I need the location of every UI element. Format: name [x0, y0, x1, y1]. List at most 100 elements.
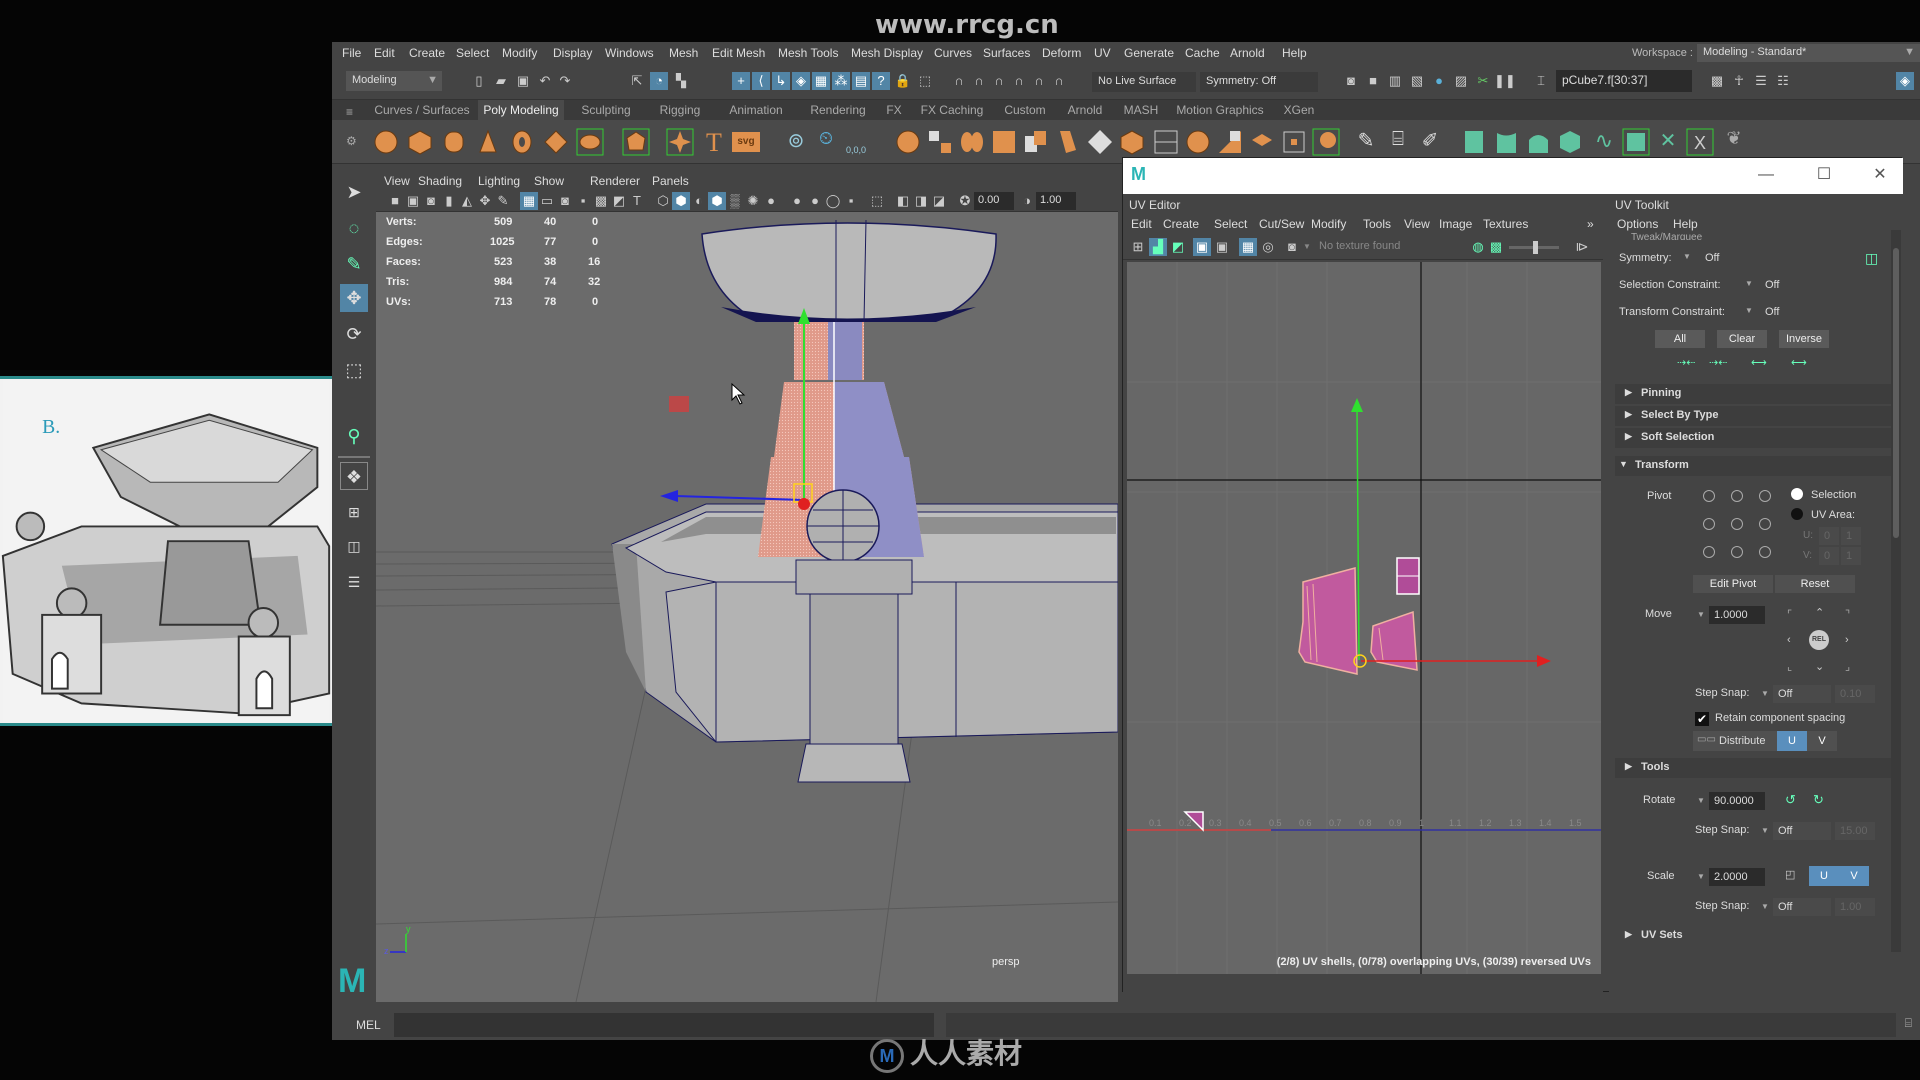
smooth-icon[interactable]	[990, 128, 1018, 156]
attribute-editor-icon[interactable]: ☰	[1752, 72, 1770, 90]
scale-tool-icon[interactable]: ⬚	[340, 356, 368, 384]
shelf-menu-icon[interactable]: ≡	[346, 105, 353, 119]
move-left-icon[interactable]: ‹	[1787, 634, 1791, 646]
lock-icon[interactable]: 🔒	[894, 72, 912, 90]
safe-title-icon[interactable]: T	[628, 192, 646, 210]
section-transform[interactable]: ▼ Transform	[1615, 456, 1891, 476]
menu-generate[interactable]: Generate	[1124, 46, 1174, 60]
uv-menu-cut-sew[interactable]: Cut/Sew	[1259, 217, 1304, 231]
menu-edit-mesh[interactable]: Edit Mesh	[712, 46, 765, 60]
uv-texture-space[interactable]: 0.1 0.2 0.3 0.4 0.5 0.6 0.7 0.8 0.9 1 1.1 1.2 1.3 1.4…	[1127, 262, 1601, 974]
exposure-slider[interactable]	[1509, 241, 1559, 254]
four-view-layout-icon[interactable]: ⊞	[340, 498, 368, 526]
pivot-center-radio[interactable]	[1731, 518, 1743, 530]
resolution-gate-icon[interactable]: ◙	[556, 192, 574, 210]
grease-pencil-icon[interactable]: ✎	[494, 192, 512, 210]
section-tools[interactable]: ▶ Tools	[1615, 758, 1891, 778]
rotate-ccw-icon[interactable]: ↺	[1785, 792, 1796, 808]
measure-tool-icon[interactable]: ⊚	[782, 128, 810, 156]
uv-pixel-snap-icon[interactable]: ◎	[1259, 238, 1277, 256]
move-up-left-icon[interactable]: ⌜	[1787, 608, 1792, 621]
two-view-layout-icon[interactable]: ◫	[340, 532, 368, 560]
unfold-icon[interactable]: ∿	[1590, 128, 1618, 156]
move-right-icon[interactable]: ›	[1845, 634, 1849, 646]
use-all-lights-icon[interactable]: ✺	[744, 192, 762, 210]
tool-settings-icon[interactable]: ☷	[1774, 72, 1792, 90]
live-surface-field[interactable]: No Live Surface	[1092, 72, 1196, 92]
shelf-tab-animation[interactable]: Animation	[716, 100, 796, 120]
section-soft-selection[interactable]: ▶ Soft Selection	[1615, 428, 1891, 448]
collapse-icon[interactable]	[1312, 128, 1340, 156]
menu-file[interactable]: File	[342, 46, 361, 60]
sew-uv-icon[interactable]: X	[1686, 128, 1714, 156]
open-scene-icon[interactable]: ▰	[492, 72, 510, 90]
wireframe-on-shaded-icon[interactable]: ⬢	[708, 192, 726, 210]
script-editor-icon[interactable]: ⌸	[1905, 1016, 1912, 1031]
distribute-label[interactable]: Distribute	[1719, 735, 1765, 747]
move-up-right-icon[interactable]: ⌝	[1845, 608, 1850, 621]
shelf-tab-rendering[interactable]: Rendering	[800, 100, 876, 120]
distribute-u-button[interactable]: U	[1777, 731, 1807, 751]
move-relative-toggle[interactable]: REL	[1809, 630, 1829, 650]
motion-blur-icon[interactable]: ●	[806, 192, 824, 210]
fill-hole-icon[interactable]	[1248, 128, 1276, 156]
mirror-icon[interactable]	[958, 128, 986, 156]
close-button[interactable]: ✕	[1865, 164, 1895, 186]
uv-shaded-icon[interactable]: ▟	[1149, 238, 1167, 256]
svg-tool-icon[interactable]: svg	[732, 132, 760, 152]
maximize-button[interactable]: ☐	[1809, 164, 1839, 186]
cut-uv-icon[interactable]: ✕	[1654, 128, 1682, 156]
combine-icon[interactable]	[894, 128, 922, 156]
grow-shell-selection-icon[interactable]: ⟷	[1791, 356, 1807, 369]
uv-window-titlebar[interactable]: M — ☐ ✕	[1123, 158, 1903, 194]
3d-viewport[interactable]: y z Verts: 509 40 0 Edges: 1025 77 0 Fac…	[376, 212, 1118, 1002]
menu-modify[interactable]: Modify	[502, 46, 537, 60]
remesh-icon[interactable]	[1054, 128, 1082, 156]
xray-components-icon[interactable]: ◪	[930, 192, 948, 210]
film-gate-icon[interactable]: ▭	[538, 192, 556, 210]
poly-disc-icon[interactable]	[576, 128, 604, 156]
pivot-bottom-right-radio[interactable]	[1759, 546, 1771, 558]
show-manipulator-icon[interactable]: ⚲	[340, 422, 368, 450]
select-edge-icon[interactable]: ⟨	[752, 72, 770, 90]
grow-selection-icon[interactable]: ⟷	[1751, 356, 1767, 369]
render-current-icon[interactable]: ■	[1364, 72, 1382, 90]
menu-display[interactable]: Display	[553, 46, 592, 60]
single-perspective-layout-icon[interactable]: ❖	[340, 462, 368, 490]
poly-sphere-icon[interactable]	[372, 128, 400, 156]
multi-cut-icon[interactable]: ✎	[1352, 128, 1380, 156]
select-rendering-icon[interactable]: ▤	[852, 72, 870, 90]
field-chart-icon[interactable]: ▩	[592, 192, 610, 210]
safe-action-icon[interactable]: ◩	[610, 192, 628, 210]
paint-select-tool-icon[interactable]: ✎	[340, 250, 368, 278]
target-weld-icon[interactable]: ⌸	[1384, 128, 1412, 156]
platonic-solid-icon[interactable]	[622, 128, 650, 156]
rotate-step-snap-dropdown[interactable]: Off	[1773, 822, 1831, 840]
image-plane-icon[interactable]: ◭	[458, 192, 476, 210]
bookmark-icon[interactable]: ▮	[440, 192, 458, 210]
poly-cylinder-icon[interactable]	[440, 128, 468, 156]
shelf-tab-motion-graphics[interactable]: Motion Graphics	[1170, 100, 1270, 120]
python-script-icon[interactable]: ❦	[1720, 128, 1748, 156]
retain-spacing-checkbox[interactable]: ✔	[1695, 712, 1709, 726]
snap-live-icon[interactable]: ∩	[1030, 72, 1048, 90]
hypershade-icon[interactable]: ●	[1430, 72, 1448, 90]
symmetry-value[interactable]: Off	[1705, 252, 1719, 264]
input-field-icon[interactable]: ⌶	[1532, 72, 1550, 90]
ipr-render-icon[interactable]: ▥	[1386, 72, 1404, 90]
bool-icon[interactable]	[1216, 128, 1244, 156]
select-component-icon[interactable]: ▚	[672, 72, 690, 90]
uv-grid-toggle-icon[interactable]: ⊞	[1129, 238, 1147, 256]
extrude-icon[interactable]	[1118, 128, 1146, 156]
menu-surfaces[interactable]: Surfaces	[983, 46, 1030, 60]
command-input[interactable]	[394, 1013, 934, 1037]
uv-texture-borders-icon[interactable]: ▣	[1193, 238, 1211, 256]
bridge-icon[interactable]	[1152, 128, 1180, 156]
uv-menu-tools[interactable]: Tools	[1363, 217, 1391, 231]
snap-view-plane-icon[interactable]: ∩	[1010, 72, 1028, 90]
move-up-icon[interactable]: ⌃	[1815, 606, 1824, 619]
select-all-button[interactable]: All	[1655, 330, 1705, 348]
undo-icon[interactable]: ↶	[536, 72, 554, 90]
menu-mesh-tools[interactable]: Mesh Tools	[778, 46, 838, 60]
render-view-icon[interactable]: ◙	[1342, 72, 1360, 90]
